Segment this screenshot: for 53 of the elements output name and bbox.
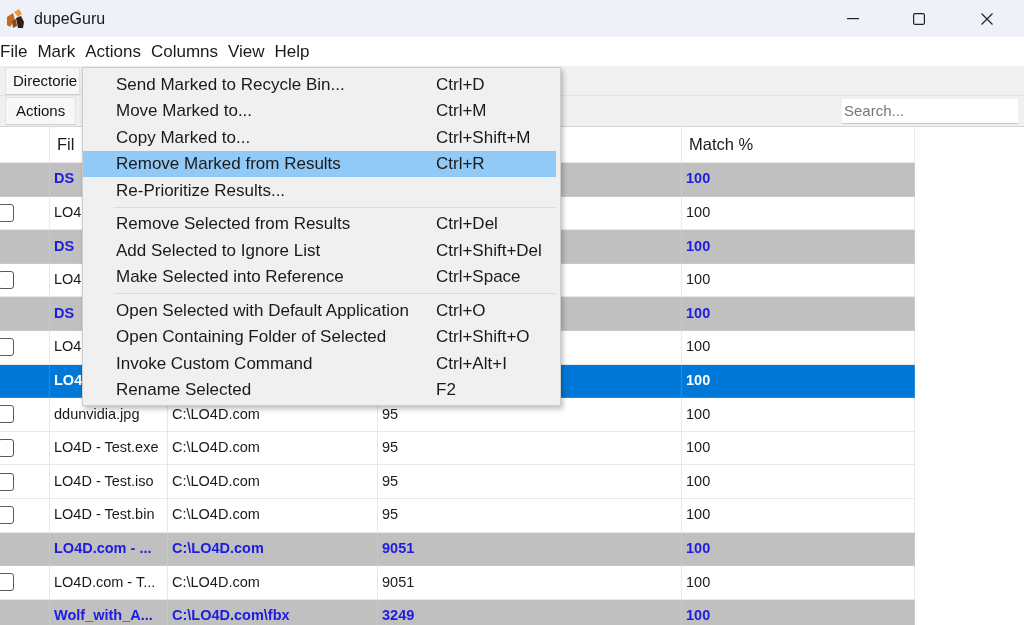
file-name: LO4D - Test.bin: [54, 505, 155, 525]
number-text: 3249: [382, 606, 415, 625]
file-name: Wolf_with_A...: [54, 606, 153, 625]
number-text: 9051: [382, 538, 415, 558]
match-value: 100: [686, 505, 711, 525]
file-name: DS: [54, 303, 75, 323]
folder-path: C:\LO4D.com: [172, 438, 260, 458]
number-text: 95: [382, 438, 399, 458]
match-value: 100: [686, 203, 711, 222]
file-name: LO4: [54, 203, 82, 222]
folder-path: C:\LO4D.com: [172, 538, 264, 558]
file-name: DS: [54, 169, 75, 189]
file-name: LO4: [54, 270, 82, 290]
shortcut-text: Ctrl+M: [436, 100, 488, 122]
file-name: ddunvidia.jpg: [54, 404, 140, 424]
shortcut-text: Ctrl+Alt+I: [436, 352, 508, 375]
folder-path: C:\LO4D.com: [172, 505, 260, 525]
number-text: 95: [382, 471, 399, 491]
shortcut-text: Ctrl+Space: [436, 266, 522, 288]
match-value: 100: [686, 337, 711, 357]
number-text: 95: [382, 404, 399, 424]
match-value: 100: [686, 236, 711, 256]
file-name: DS: [54, 236, 75, 256]
shortcut-text: F2: [436, 379, 457, 401]
file-name: LO4D - Test.iso: [54, 471, 154, 491]
folder-path: C:\LO4D.com: [172, 471, 260, 491]
match-value: 100: [686, 404, 711, 424]
window-title: dupeGuru: [34, 8, 106, 29]
file-name: LO4: [54, 371, 83, 390]
folder-path: C:\LO4D.com: [172, 572, 260, 592]
match-value: 100: [686, 538, 711, 558]
match-value: 100: [686, 471, 711, 491]
file-name: LO4D - Test.exe: [54, 438, 159, 458]
match-value: 100: [686, 606, 711, 625]
match-value: 100: [686, 371, 711, 390]
number-text: 95: [382, 505, 399, 525]
file-name: LO4D.com - T...: [54, 572, 156, 592]
match-value: 100: [686, 438, 711, 458]
shortcut-text: Ctrl+Shift+Del: [436, 239, 543, 262]
folder-path: C:\LO4D.com\fbx: [172, 606, 290, 625]
match-value: 100: [686, 169, 711, 189]
folder-path: C:\LO4D.com: [172, 404, 260, 424]
file-name: LO4D.com - ...: [54, 538, 152, 558]
shortcut-text: Ctrl+D: [436, 73, 486, 96]
shortcut-text: Ctrl+Shift+O: [436, 326, 531, 348]
match-value: 100: [686, 303, 711, 323]
match-value: 100: [686, 572, 711, 592]
shortcut-text: Ctrl+O: [436, 299, 487, 322]
shortcut-text: Ctrl+Shift+M: [436, 126, 532, 149]
match-value: 100: [686, 270, 711, 290]
number-text: 9051: [382, 572, 415, 592]
shortcut-text: Ctrl+R: [436, 153, 486, 175]
file-name: LO4: [54, 337, 82, 357]
